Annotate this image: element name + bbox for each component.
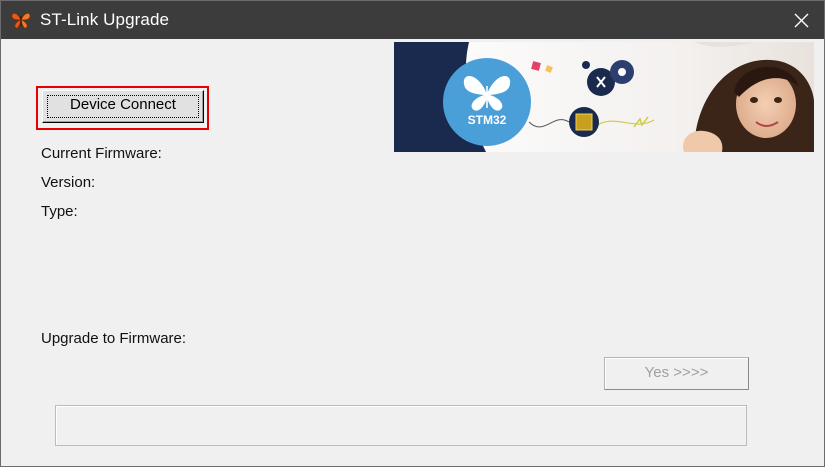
- close-button[interactable]: [778, 1, 824, 39]
- upgrade-progress-bar: [55, 405, 747, 446]
- current-firmware-label: Current Firmware:: [41, 145, 162, 162]
- type-label: Type:: [41, 203, 78, 220]
- close-icon: [794, 13, 809, 28]
- window-title: ST-Link Upgrade: [40, 10, 170, 29]
- stm32-logo-text: STM32: [468, 113, 507, 127]
- st-link-upgrade-window: ST-Link Upgrade Device Connect Current F…: [0, 0, 825, 467]
- yes-button[interactable]: Yes >>>>: [604, 357, 749, 390]
- title-bar[interactable]: ST-Link Upgrade: [1, 1, 824, 39]
- butterfly-icon: [11, 12, 31, 29]
- banner-image: STM32: [394, 42, 814, 152]
- client-area: Device Connect Current Firmware: Version…: [1, 39, 824, 466]
- device-connect-label: Device Connect: [70, 96, 176, 113]
- device-connect-button[interactable]: Device Connect: [42, 90, 204, 123]
- upgrade-to-firmware-label: Upgrade to Firmware:: [41, 330, 187, 347]
- version-label: Version:: [41, 174, 96, 191]
